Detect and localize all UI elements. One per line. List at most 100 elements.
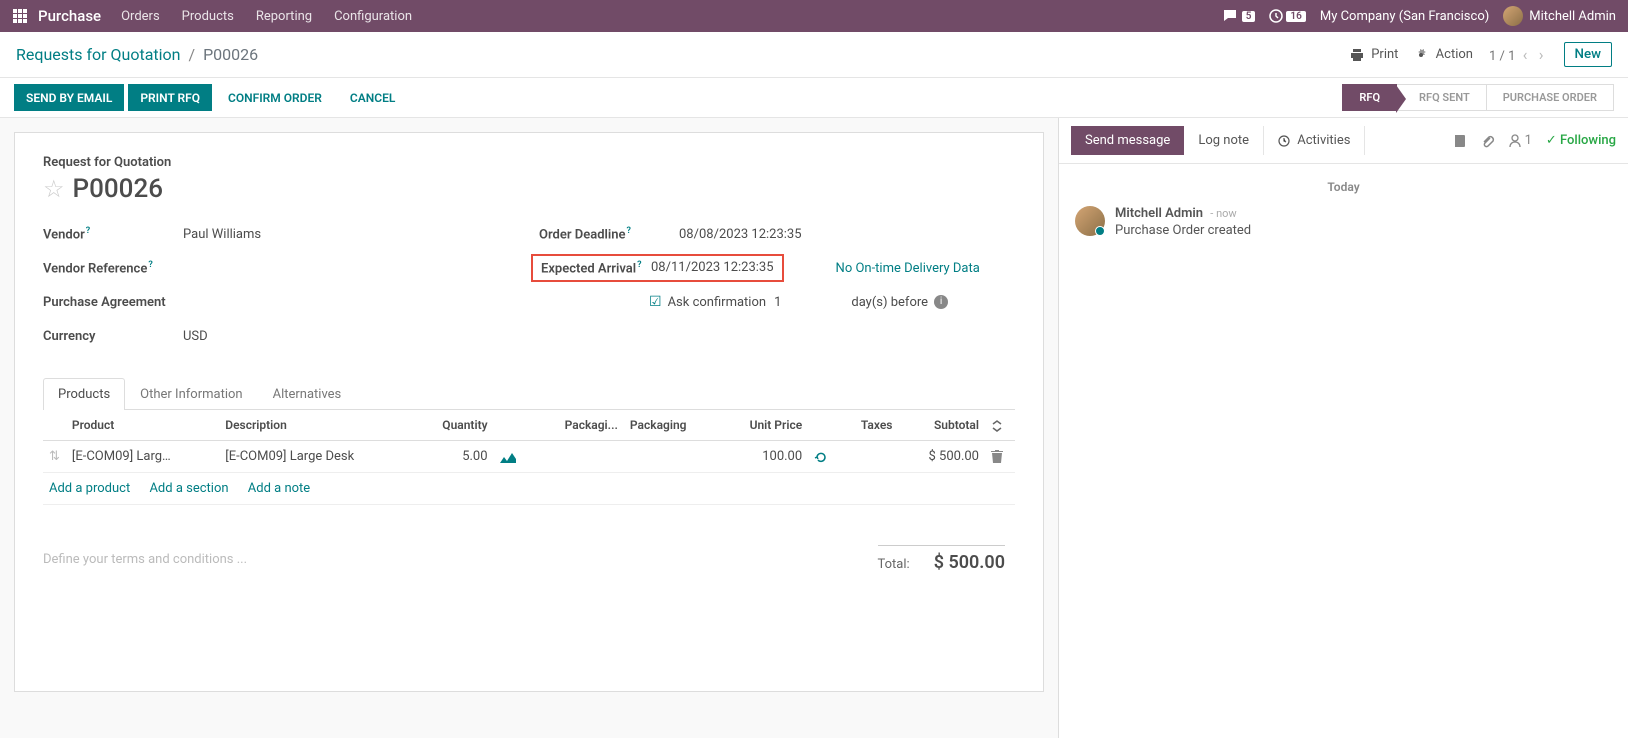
company-selector[interactable]: My Company (San Francisco) [1320,9,1489,24]
user-menu[interactable]: Mitchell Admin [1503,6,1616,26]
cell-quantity[interactable]: 5.00 [414,441,493,473]
status-rfq[interactable]: RFQ [1342,84,1397,111]
col-product: Product [66,410,219,441]
vendor-field[interactable]: Paul Williams [183,227,261,242]
action-row: SEND BY EMAIL PRINT RFQ CONFIRM ORDER CA… [0,78,1628,118]
print-rfq-button[interactable]: PRINT RFQ [128,84,212,111]
nav-menu: Orders Products Reporting Configuration [121,9,1223,24]
tab-other-info[interactable]: Other Information [125,378,257,410]
expected-field[interactable]: 08/11/2023 12:23:35 [651,260,774,275]
pager-next[interactable]: › [1535,45,1548,64]
vendor-label: Vendor? [43,226,183,242]
cell-unit-price[interactable]: 100.00 [719,441,808,473]
cancel-button[interactable]: CANCEL [338,84,407,111]
total-label: Total: [878,557,910,572]
user-name: Mitchell Admin [1529,9,1616,24]
app-brand[interactable]: Purchase [38,7,101,25]
drag-handle-icon[interactable]: ⇅ [43,441,66,473]
col-description: Description [219,410,414,441]
activities-badge: 16 [1286,11,1305,22]
doc-subtitle: Request for Quotation [43,155,1015,170]
ask-confirmation-checkbox[interactable]: ☑ [649,294,662,310]
print-button[interactable]: Print [1350,47,1398,62]
currency-field[interactable]: USD [183,329,208,344]
vendor-ref-label: Vendor Reference? [43,260,183,276]
table-row[interactable]: ⇅ [E-COM09] Larg… [E-COM09] Large Desk 5… [43,441,1015,473]
expand-icon[interactable] [991,420,1003,432]
nav-orders[interactable]: Orders [121,9,160,24]
nav-reporting[interactable]: Reporting [256,9,312,24]
book-icon[interactable] [1453,134,1467,148]
forecast-icon[interactable] [500,451,516,463]
breadcrumb-current: P00026 [203,45,258,64]
person-icon [1509,134,1521,148]
currency-label: Currency [43,329,183,344]
action-button[interactable]: Action [1414,47,1473,62]
clock-icon [1278,135,1290,147]
control-bar: Requests for Quotation / P00026 Print Ac… [0,32,1628,78]
agreement-label: Purchase Agreement [43,295,183,310]
cell-product[interactable]: [E-COM09] Larg… [66,441,219,473]
chat-date-separator: Today [1059,164,1628,202]
send-message-button[interactable]: Send message [1071,126,1184,155]
ask-confirmation-days[interactable]: 1 [774,295,781,310]
following-button[interactable]: ✓ Following [1546,133,1616,148]
top-nav: Purchase Orders Products Reporting Confi… [0,0,1628,32]
col-quantity: Quantity [414,410,493,441]
delete-icon[interactable] [991,450,1003,464]
form-sheet: Request for Quotation ☆ P00026 Vendor? P… [14,132,1044,692]
tab-products[interactable]: Products [43,378,125,410]
breadcrumb-root[interactable]: Requests for Quotation [16,45,181,64]
info-icon[interactable]: i [934,295,948,309]
chatter: Send message Log note Activities 1 ✓ Fol… [1058,118,1628,738]
status-rfq-sent[interactable]: RFQ SENT [1397,84,1487,111]
pager-prev[interactable]: ‹ [1519,45,1532,64]
tabs: Products Other Information Alternatives [43,378,1015,410]
activities-button[interactable]: Activities [1263,126,1365,155]
nav-products[interactable]: Products [182,9,234,24]
breadcrumb-sep: / [188,45,195,64]
cell-description[interactable]: [E-COM09] Large Desk [219,441,414,473]
breadcrumb: Requests for Quotation / P00026 [16,45,1350,64]
avatar-icon [1503,6,1523,26]
gear-icon [1414,48,1428,62]
cell-subtotal: $ 500.00 [898,441,985,473]
totals: Total: $ 500.00 [878,545,1015,573]
col-taxes: Taxes [838,410,898,441]
attachment-icon[interactable] [1481,134,1495,148]
chat-message: Mitchell Admin - now Purchase Order crea… [1059,202,1628,242]
messaging-badge: 5 [1242,11,1256,22]
log-note-button[interactable]: Log note [1184,126,1263,155]
nav-configuration[interactable]: Configuration [334,9,412,24]
days-before-label: day(s) before [851,295,928,310]
col-subtotal: Subtotal [898,410,985,441]
followers-button[interactable]: 1 [1509,133,1532,148]
activities-icon[interactable]: 16 [1269,9,1305,23]
add-note-link[interactable]: Add a note [248,481,310,496]
delivery-data-link[interactable]: No On-time Delivery Data [836,261,980,276]
send-email-button[interactable]: SEND BY EMAIL [14,84,124,111]
new-button[interactable]: New [1564,42,1613,67]
star-icon[interactable]: ☆ [43,175,65,203]
message-body: Purchase Order created [1115,223,1251,238]
terms-input[interactable]: Define your terms and conditions ... [43,552,247,567]
message-author[interactable]: Mitchell Admin [1115,206,1203,221]
status-bar: RFQ RFQ SENT PURCHASE ORDER [1342,84,1614,111]
message-time: - now [1210,207,1236,220]
deadline-label: Order Deadline? [539,226,679,242]
apps-icon[interactable] [12,8,28,24]
tab-alternatives[interactable]: Alternatives [258,378,357,410]
ask-confirmation-label: Ask confirmation [668,295,767,310]
doc-title: P00026 [73,174,163,204]
add-section-link[interactable]: Add a section [149,481,228,496]
expected-arrival-highlight: Expected Arrival? 08/11/2023 12:23:35 [531,254,784,282]
total-value: $ 500.00 [934,552,1005,573]
message-avatar [1075,206,1105,236]
messaging-icon[interactable]: 5 [1223,9,1256,23]
confirm-order-button[interactable]: CONFIRM ORDER [216,84,334,111]
pager: 1 / 1 ‹ › [1489,45,1548,64]
deadline-field[interactable]: 08/08/2023 12:23:35 [679,227,802,242]
add-product-link[interactable]: Add a product [49,481,130,496]
refresh-icon[interactable] [814,450,828,464]
status-purchase-order[interactable]: PURCHASE ORDER [1487,84,1614,111]
